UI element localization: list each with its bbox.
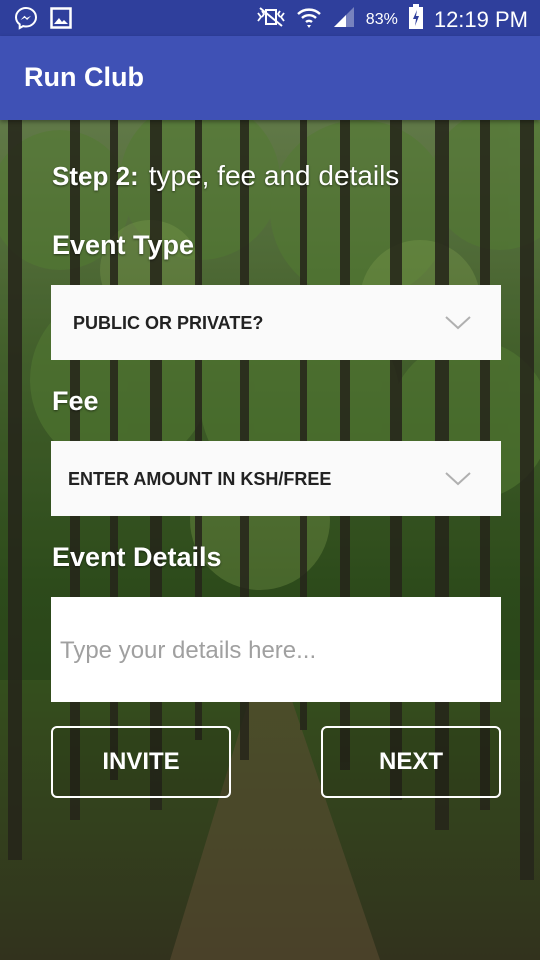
event-type-dropdown[interactable]: PUBLIC OR PRIVATE? bbox=[51, 285, 501, 360]
step-heading: Step 2: type, fee and details bbox=[52, 160, 399, 192]
step-number: Step 2: bbox=[52, 161, 139, 191]
app-title: Run Club bbox=[24, 62, 144, 92]
event-details-placeholder: Type your details here... bbox=[60, 637, 317, 664]
app-bar: Run Club bbox=[0, 36, 540, 120]
signal-icon bbox=[332, 5, 356, 34]
event-type-label: Event Type bbox=[52, 230, 195, 260]
battery-charging-icon bbox=[408, 4, 424, 35]
fee-label: Fee bbox=[52, 386, 99, 416]
fee-value: ENTER AMOUNT IN KSH/FREE bbox=[68, 469, 332, 489]
invite-button[interactable]: INVITE bbox=[51, 726, 231, 798]
event-form: Step 2: type, fee and details Event Type … bbox=[0, 120, 540, 960]
fee-dropdown[interactable]: ENTER AMOUNT IN KSH/FREE bbox=[51, 441, 501, 516]
wifi-icon bbox=[296, 5, 322, 34]
messenger-icon bbox=[14, 6, 38, 35]
next-button[interactable]: NEXT bbox=[321, 726, 501, 798]
chevron-down-icon bbox=[445, 315, 471, 336]
gallery-icon bbox=[50, 7, 72, 34]
clock: 12:19 PM bbox=[433, 6, 528, 32]
step-title: type, fee and details bbox=[148, 160, 400, 191]
vibrate-mute-icon bbox=[256, 6, 286, 33]
event-details-input[interactable]: Type your details here... bbox=[51, 597, 501, 702]
event-type-value: PUBLIC OR PRIVATE? bbox=[73, 313, 264, 333]
chevron-down-icon bbox=[445, 471, 471, 492]
battery-percent: 83% bbox=[365, 10, 398, 28]
status-bar: 83% 12:19 PM bbox=[0, 0, 540, 36]
event-details-label: Event Details bbox=[52, 542, 222, 572]
